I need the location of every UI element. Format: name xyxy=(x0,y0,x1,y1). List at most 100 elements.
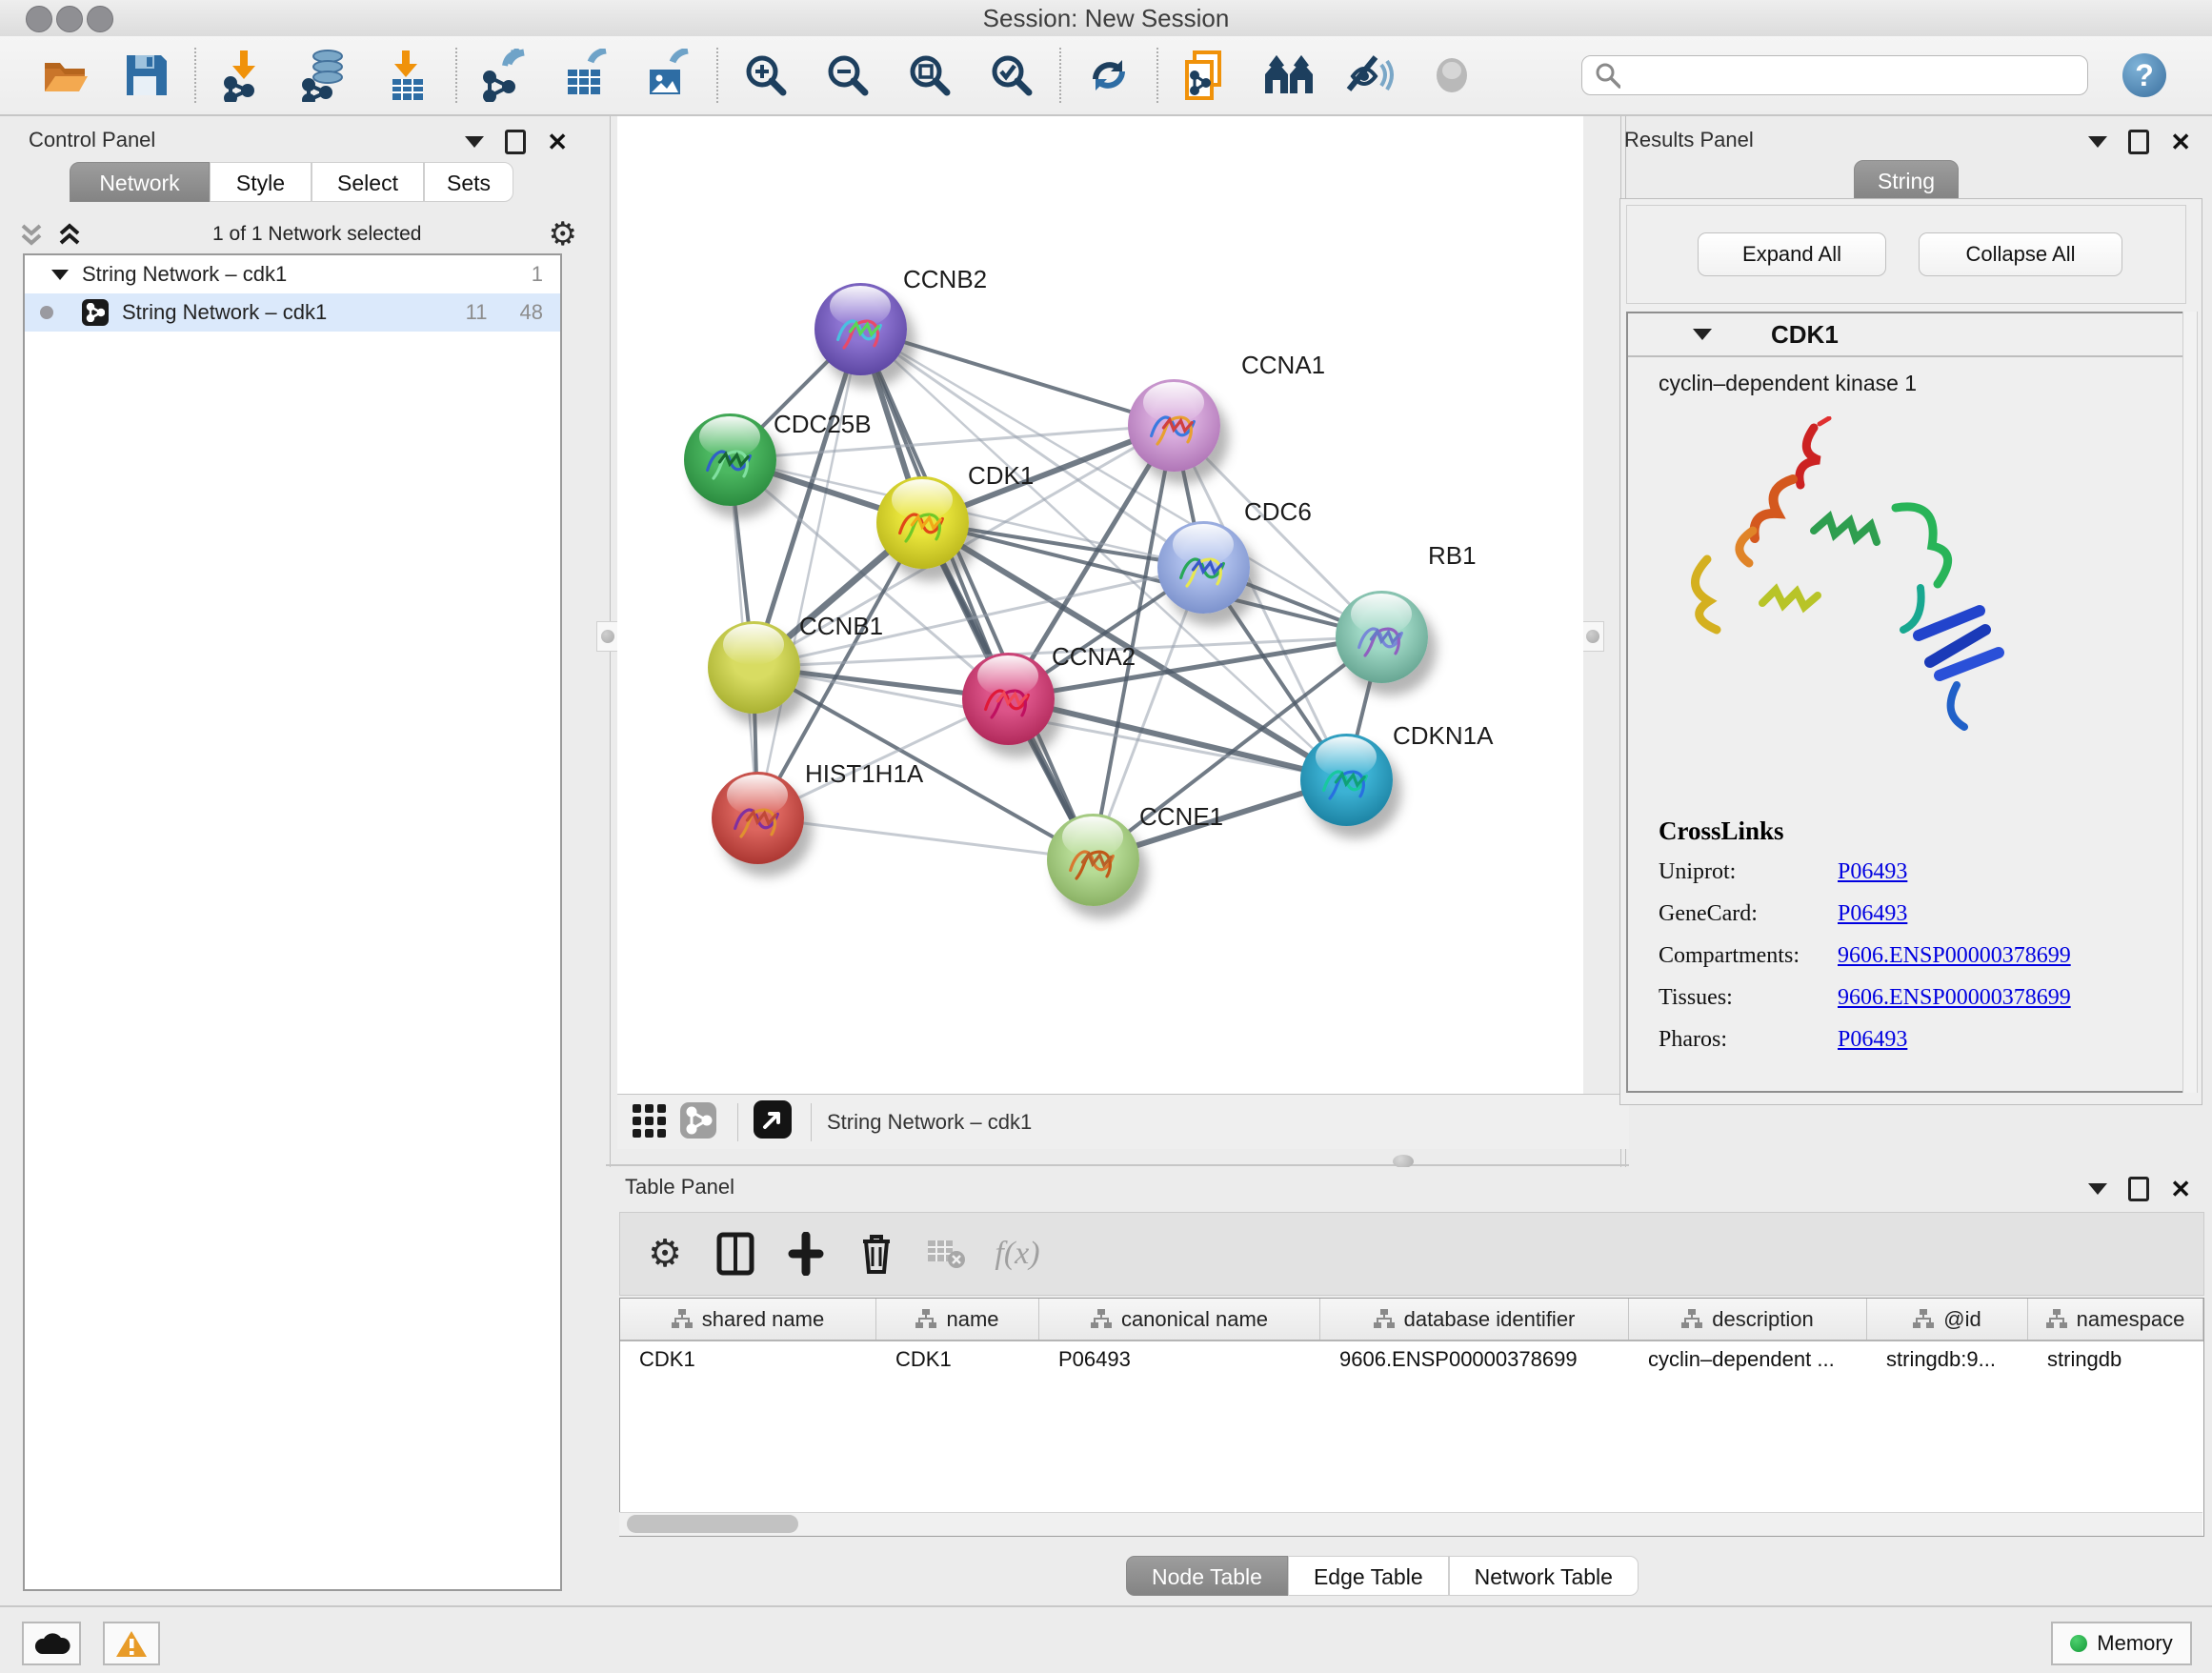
scrollbar-thumb[interactable] xyxy=(627,1515,798,1533)
tab-select[interactable]: Select xyxy=(312,162,424,202)
node-CDC25B[interactable] xyxy=(684,413,776,506)
column-header-description[interactable]: description xyxy=(1629,1299,1867,1340)
birds-eye-view-icon[interactable] xyxy=(754,1100,795,1143)
export-network-icon[interactable] xyxy=(478,49,532,102)
show-columns-icon[interactable] xyxy=(708,1229,763,1279)
column-header-name[interactable]: name xyxy=(876,1299,1039,1340)
graphics-details-icon[interactable] xyxy=(1343,49,1397,102)
search-box[interactable] xyxy=(1581,55,2088,95)
cell-database-identifier[interactable]: 9606.ENSP00000378699 xyxy=(1320,1347,1629,1372)
edge-CCNB2-HIST1H1A[interactable] xyxy=(757,329,860,817)
node-CCNA1[interactable] xyxy=(1128,379,1220,472)
grid-view-icon[interactable] xyxy=(631,1100,673,1143)
node-CDK1[interactable] xyxy=(876,476,969,569)
help-icon[interactable]: ? xyxy=(2122,53,2166,97)
tree-expander-icon[interactable] xyxy=(51,270,69,280)
right-splitter-handle[interactable] xyxy=(1581,621,1604,652)
network-canvas[interactable]: CCNB2CCNA1CDC25BCDK1CDC6RB1CCNB1CCNA2CDK… xyxy=(617,116,1583,1094)
column-header-shared-name[interactable]: shared name xyxy=(620,1299,876,1340)
expand-all-icon[interactable] xyxy=(53,220,86,249)
column-header-namespace[interactable]: namespace xyxy=(2028,1299,2203,1340)
edge-CCNA2-CDKN1A[interactable] xyxy=(1008,698,1346,779)
cloud-button[interactable] xyxy=(22,1622,81,1665)
delete-table-icon[interactable] xyxy=(919,1229,975,1279)
cell-canonical-name[interactable]: P06493 xyxy=(1039,1347,1320,1372)
column-header--id[interactable]: @id xyxy=(1867,1299,2028,1340)
node-CCNB2[interactable] xyxy=(814,283,907,375)
network-collection-row[interactable]: String Network – cdk1 1 xyxy=(25,255,560,293)
table-options-gear-icon[interactable]: ⚙ xyxy=(637,1229,693,1279)
add-column-icon[interactable] xyxy=(778,1229,834,1279)
cell-shared-name[interactable]: CDK1 xyxy=(620,1347,876,1372)
section-expander-icon[interactable] xyxy=(1693,329,1712,340)
tab-string[interactable]: String xyxy=(1854,160,1959,200)
crosslink-link[interactable]: 9606.ENSP00000378699 xyxy=(1838,985,2071,1011)
refresh-icon[interactable] xyxy=(1082,49,1136,102)
collapse-all-icon[interactable] xyxy=(15,220,48,249)
cell-name[interactable]: CDK1 xyxy=(876,1347,1039,1372)
network-row-selected[interactable]: String Network – cdk1 11 48 xyxy=(25,293,560,332)
export-image-icon[interactable] xyxy=(642,49,695,102)
string-home-icon[interactable] xyxy=(1261,49,1315,102)
panel-float-icon[interactable] xyxy=(2128,130,2149,154)
panel-float-icon[interactable] xyxy=(2128,1177,2149,1201)
crosslink-link[interactable]: P06493 xyxy=(1838,901,1907,927)
memory-button[interactable]: Memory xyxy=(2051,1622,2192,1665)
edge-HIST1H1A-CCNE1[interactable] xyxy=(757,817,1093,859)
delete-column-icon[interactable] xyxy=(849,1229,904,1279)
warnings-button[interactable] xyxy=(103,1622,160,1665)
node-CCNB1[interactable] xyxy=(708,621,800,714)
network-share-icon[interactable] xyxy=(680,1100,722,1143)
import-database-icon[interactable] xyxy=(299,49,352,102)
edge-CCNB2-CCNA1[interactable] xyxy=(860,329,1174,425)
tab-network[interactable]: Network xyxy=(70,162,210,202)
node-CCNE1[interactable] xyxy=(1047,814,1139,906)
panel-menu-icon[interactable] xyxy=(2088,1183,2107,1195)
zoom-fit-icon[interactable] xyxy=(903,49,956,102)
table-horizontal-scrollbar[interactable] xyxy=(619,1512,2202,1536)
crosslink-link[interactable]: 9606.ENSP00000378699 xyxy=(1838,943,2071,969)
tab-node-table[interactable]: Node Table xyxy=(1126,1556,1288,1596)
table-row[interactable]: CDK1CDK1P064939606.ENSP00000378699cyclin… xyxy=(620,1341,2203,1378)
tab-style[interactable]: Style xyxy=(210,162,312,202)
zoom-out-icon[interactable] xyxy=(821,49,875,102)
panel-float-icon[interactable] xyxy=(505,130,526,154)
node-CDKN1A[interactable] xyxy=(1300,734,1393,826)
panel-close-icon[interactable]: ✕ xyxy=(2170,1179,2191,1199)
tab-edge-table[interactable]: Edge Table xyxy=(1288,1556,1449,1596)
tab-sets[interactable]: Sets xyxy=(424,162,513,202)
import-network-icon[interactable] xyxy=(217,49,271,102)
open-folder-icon[interactable] xyxy=(38,49,91,102)
panel-close-icon[interactable]: ✕ xyxy=(2170,132,2191,151)
cell-namespace[interactable]: stringdb xyxy=(2028,1347,2203,1372)
import-table-icon[interactable] xyxy=(381,49,434,102)
crosslink-link[interactable]: P06493 xyxy=(1838,1027,1907,1053)
function-builder-icon[interactable]: f(x) xyxy=(990,1229,1045,1279)
tab-network-table[interactable]: Network Table xyxy=(1449,1556,1639,1596)
node-RB1[interactable] xyxy=(1336,591,1428,683)
expand-all-button[interactable]: Expand All xyxy=(1698,232,1886,276)
node-CDC6[interactable] xyxy=(1157,521,1250,614)
panel-close-icon[interactable]: ✕ xyxy=(547,132,568,151)
export-table-icon[interactable] xyxy=(560,49,613,102)
zoom-selected-icon[interactable] xyxy=(985,49,1038,102)
duplicate-network-icon[interactable] xyxy=(1179,49,1233,102)
panel-menu-icon[interactable] xyxy=(465,136,484,148)
save-icon[interactable] xyxy=(120,49,173,102)
show-hide-icon[interactable] xyxy=(1425,49,1478,102)
column-header-database-identifier[interactable]: database identifier xyxy=(1320,1299,1629,1340)
panel-menu-icon[interactable] xyxy=(2088,136,2107,148)
column-header-canonical-name[interactable]: canonical name xyxy=(1039,1299,1320,1340)
horizontal-splitter-handle[interactable] xyxy=(1393,1155,1414,1168)
cell-description[interactable]: cyclin–dependent ... xyxy=(1629,1347,1867,1372)
gene-section-header[interactable]: CDK1 xyxy=(1628,313,2184,357)
left-splitter-handle[interactable] xyxy=(596,621,619,652)
node-HIST1H1A[interactable] xyxy=(712,772,804,864)
zoom-in-icon[interactable] xyxy=(739,49,793,102)
results-scrollbar[interactable] xyxy=(2182,312,2198,1093)
search-input[interactable] xyxy=(1620,62,2076,89)
network-options-gear-icon[interactable]: ⚙ xyxy=(549,218,577,251)
crosslink-link[interactable]: P06493 xyxy=(1838,859,1907,885)
cell--id[interactable]: stringdb:9... xyxy=(1867,1347,2028,1372)
collapse-all-button[interactable]: Collapse All xyxy=(1919,232,2122,276)
